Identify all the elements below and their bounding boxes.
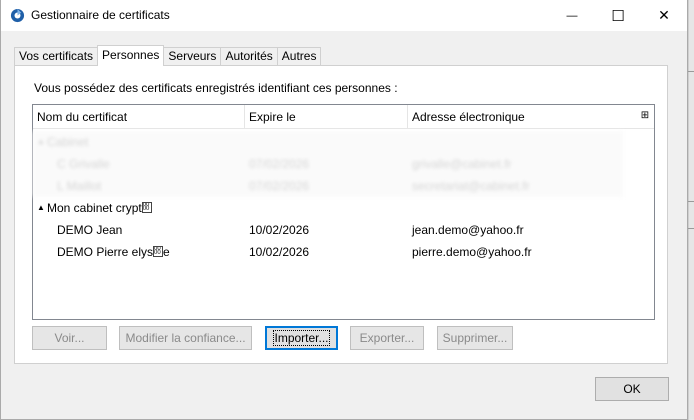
group-label: Cabinet xyxy=(47,135,89,149)
cert-expiry: 10/02/2026 xyxy=(249,245,310,259)
cert-expiry: 07/02/2026 xyxy=(249,157,310,171)
missing-glyph-icon: 00 00 xyxy=(141,202,152,213)
certificate-tree[interactable]: Nom du certificat Expire le Adresse élec… xyxy=(32,104,655,320)
export-button[interactable]: Exporter... xyxy=(350,326,424,350)
minimize-icon: — xyxy=(566,9,578,22)
panel-description: Vous possédez des certificats enregistré… xyxy=(34,81,398,95)
tab-strip: Vos certificats Personnes Serveurs Autor… xyxy=(14,45,322,66)
view-button[interactable]: Voir... xyxy=(32,326,107,350)
tab-your-certificates[interactable]: Vos certificats xyxy=(14,47,99,66)
collapse-icon[interactable]: ▲ xyxy=(37,197,47,219)
table-row[interactable]: L Maillot 07/02/2026 secretariat@cabinet… xyxy=(33,175,623,197)
tree-group-row[interactable]: ▲ Mon cabinet crypt00 00 xyxy=(33,197,623,219)
cert-email: grivalle@cabinet.fr xyxy=(412,157,512,171)
window-title: Gestionnaire de certificats xyxy=(31,8,170,22)
close-icon: ✕ xyxy=(658,7,670,23)
cert-name-suffix: e xyxy=(163,245,170,259)
group-label: Mon cabinet crypt xyxy=(47,201,142,215)
cert-name: DEMO Jean xyxy=(57,223,123,237)
missing-glyph-icon: 00 00 xyxy=(153,246,164,257)
people-panel: Vous possédez des certificats enregistré… xyxy=(14,65,668,364)
cert-name: C Grivalle xyxy=(57,157,110,171)
column-picker-icon[interactable]: ⊞ xyxy=(638,109,652,123)
tab-authorities[interactable]: Autorités xyxy=(220,47,278,66)
cert-email: jean.demo@yahoo.fr xyxy=(412,223,524,237)
background-divider xyxy=(688,228,694,229)
maximize-icon: ☐ xyxy=(611,7,625,25)
cert-expiry: 10/02/2026 xyxy=(249,223,310,237)
title-bar: Gestionnaire de certificats — ☐ ✕ xyxy=(0,0,688,31)
close-button[interactable]: ✕ xyxy=(641,0,687,31)
cert-name: L Maillot xyxy=(57,179,102,193)
app-icon xyxy=(10,8,25,23)
tab-servers[interactable]: Serveurs xyxy=(163,47,222,66)
tab-others[interactable]: Autres xyxy=(276,47,322,66)
import-label: Importer... xyxy=(273,330,330,346)
table-row[interactable]: C Grivalle 07/02/2026 grivalle@cabinet.f… xyxy=(33,153,623,175)
maximize-button[interactable]: ☐ xyxy=(595,0,641,31)
tab-people[interactable]: Personnes xyxy=(97,45,165,66)
delete-button[interactable]: Supprimer... xyxy=(437,326,513,350)
column-header-expires[interactable]: Expire le xyxy=(245,105,408,129)
cert-expiry: 07/02/2026 xyxy=(249,179,310,193)
expand-icon: ▲ xyxy=(37,137,45,146)
cert-email: secretariat@cabinet.fr xyxy=(412,179,530,193)
column-header-email[interactable]: Adresse électronique xyxy=(408,105,636,129)
background-window-edge xyxy=(688,0,694,420)
column-header-name[interactable]: Nom du certificat xyxy=(33,105,245,129)
import-button[interactable]: Importer... xyxy=(265,326,338,350)
cert-email: pierre.demo@yahoo.fr xyxy=(412,245,532,259)
ok-button[interactable]: OK xyxy=(595,377,669,401)
table-row[interactable]: DEMO Pierre elys00 00 e 10/02/2026 pierre.… xyxy=(33,241,623,263)
tree-group-row[interactable]: ▲ Cabinet xyxy=(33,131,623,153)
background-divider xyxy=(688,201,694,202)
background-divider xyxy=(688,71,694,72)
table-row[interactable]: DEMO Jean 10/02/2026 jean.demo@yahoo.fr xyxy=(33,219,623,241)
cert-name: DEMO Pierre elys xyxy=(57,245,154,259)
modify-trust-button[interactable]: Modifier la confiance... xyxy=(119,326,252,350)
tree-header: Nom du certificat Expire le Adresse élec… xyxy=(33,105,654,129)
minimize-button[interactable]: — xyxy=(549,0,595,31)
